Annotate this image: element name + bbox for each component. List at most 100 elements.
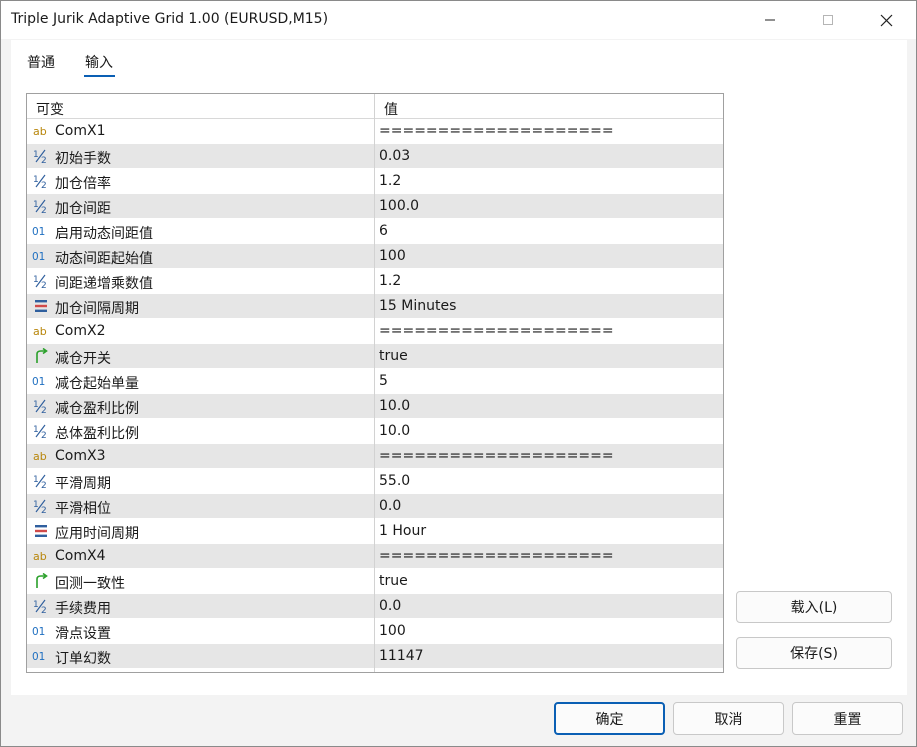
- svg-text:1: 1: [33, 275, 39, 285]
- table-row[interactable]: 加仓间隔周期 15 Minutes: [27, 294, 723, 319]
- cancel-button[interactable]: 取消: [673, 702, 784, 735]
- load-button[interactable]: 载入(L): [736, 591, 892, 623]
- column-header-variable[interactable]: 可变: [36, 99, 64, 119]
- parameter-value[interactable]: ====================: [379, 548, 614, 564]
- svg-text:01: 01: [32, 226, 45, 238]
- table-row[interactable]: 1 2 平滑相位 0.0: [27, 494, 723, 519]
- parameter-value[interactable]: 5: [379, 373, 388, 389]
- parameter-value[interactable]: ====================: [379, 448, 614, 464]
- minimize-icon: [765, 19, 775, 21]
- table-row[interactable]: 1 2 加仓间距 100.0: [27, 194, 723, 219]
- parameter-value[interactable]: 100.0: [379, 198, 419, 214]
- parameter-name: 滑点设置: [55, 626, 111, 642]
- parameter-name: ComX4: [55, 548, 106, 564]
- table-row[interactable]: 01 动态间距起始值 100: [27, 244, 723, 269]
- parameter-name: 总体盈利比例: [55, 426, 139, 442]
- parameter-value[interactable]: 1.2: [379, 173, 401, 189]
- enum-icon: [32, 522, 50, 540]
- table-row[interactable]: 1 2 减仓盈利比例 10.0: [27, 394, 723, 419]
- double-icon: 12: [32, 597, 50, 615]
- table-row[interactable]: 01 减仓起始单量 5: [27, 369, 723, 394]
- maximize-button: [799, 1, 857, 39]
- string-icon: ab: [32, 322, 50, 340]
- ok-button[interactable]: 确定: [554, 702, 665, 735]
- table-row[interactable]: ab ComX1 ====================: [27, 119, 723, 144]
- parameter-value[interactable]: 10.0: [379, 398, 410, 414]
- maximize-icon: [823, 15, 833, 25]
- svg-text:1: 1: [33, 400, 39, 410]
- table-row[interactable]: ab ComX3 ====================: [27, 444, 723, 469]
- svg-text:2: 2: [41, 481, 47, 489]
- tab-panel: 普通 输入 可变 值 ab ComX1 ==================== 1 2…: [11, 40, 907, 695]
- parameter-value[interactable]: 1.2: [379, 273, 401, 289]
- table-row[interactable]: 01 启用动态间距值 6: [27, 219, 723, 244]
- parameter-value[interactable]: 0.03: [379, 148, 410, 164]
- integer-icon: 01: [32, 372, 50, 390]
- parameter-value[interactable]: 1 Hour: [379, 523, 426, 539]
- svg-text:2: 2: [41, 406, 47, 414]
- svg-text:1: 1: [33, 200, 39, 210]
- active-tab-indicator: [84, 75, 115, 77]
- table-row[interactable]: 1 2 加仓倍率 1.2: [27, 169, 723, 194]
- parameter-value[interactable]: 0.0: [379, 598, 401, 614]
- parameter-name: 回测一致性: [55, 576, 125, 592]
- table-row[interactable]: 1 2 初始手数 0.03: [27, 144, 723, 169]
- svg-text:2: 2: [41, 181, 47, 189]
- svg-text:2: 2: [41, 506, 47, 514]
- bool-icon: [32, 572, 50, 590]
- parameter-value[interactable]: true: [379, 573, 408, 589]
- integer-icon: 01: [32, 247, 50, 265]
- parameter-name: ComX2: [55, 323, 106, 339]
- parameter-name: 减仓盈利比例: [55, 401, 139, 417]
- parameter-value[interactable]: 10.0: [379, 423, 410, 439]
- table-row[interactable]: 1 2 手续费用 0.0: [27, 594, 723, 619]
- parameter-name: 加仓间距: [55, 201, 111, 217]
- parameter-value[interactable]: 11147: [379, 648, 424, 664]
- parameter-name: 初始手数: [55, 151, 111, 167]
- svg-text:ab: ab: [33, 125, 47, 138]
- close-button[interactable]: [857, 1, 915, 39]
- tab-inputs[interactable]: 输入: [85, 52, 113, 72]
- column-header-value[interactable]: 值: [384, 99, 398, 119]
- svg-text:ab: ab: [33, 450, 47, 463]
- table-row[interactable]: ab ComX2 ====================: [27, 319, 723, 344]
- double-icon: 12: [32, 147, 50, 165]
- save-button[interactable]: 保存(S): [736, 637, 892, 669]
- table-row[interactable]: 减仓开关 true: [27, 344, 723, 369]
- svg-text:2: 2: [41, 281, 47, 289]
- column-divider[interactable]: [374, 94, 375, 672]
- svg-text:01: 01: [32, 251, 45, 263]
- parameter-value[interactable]: 55.0: [379, 473, 410, 489]
- svg-text:01: 01: [32, 626, 45, 638]
- table-row[interactable]: 应用时间周期 1 Hour: [27, 519, 723, 544]
- svg-text:1: 1: [33, 425, 39, 435]
- minimize-button[interactable]: [741, 1, 799, 39]
- integer-icon: 01: [32, 622, 50, 640]
- parameter-value[interactable]: true: [379, 348, 408, 364]
- parameter-value[interactable]: 6: [379, 223, 388, 239]
- table-row[interactable]: 1 2 总体盈利比例 10.0: [27, 419, 723, 444]
- parameter-value[interactable]: 100: [379, 248, 406, 264]
- table-row[interactable]: 回测一致性 true: [27, 569, 723, 594]
- parameter-name: 间距递增乘数值: [55, 276, 153, 292]
- title-bar: Triple Jurik Adaptive Grid 1.00 (EURUSD,…: [1, 1, 916, 39]
- table-row[interactable]: 01 滑点设置 100: [27, 619, 723, 644]
- parameter-value[interactable]: 0.0: [379, 498, 401, 514]
- tab-general[interactable]: 普通: [27, 52, 55, 72]
- parameter-name: ComX1: [55, 123, 106, 139]
- reset-button[interactable]: 重置: [792, 702, 903, 735]
- table-row[interactable]: 01 订单幻数 11147: [27, 644, 723, 669]
- svg-text:ab: ab: [33, 550, 47, 563]
- parameter-value[interactable]: ====================: [379, 323, 614, 339]
- svg-text:01: 01: [32, 651, 45, 663]
- table-row[interactable]: ab ComX4 ====================: [27, 544, 723, 569]
- parameter-value[interactable]: ====================: [379, 123, 614, 139]
- table-row[interactable]: 1 2 平滑周期 55.0: [27, 469, 723, 494]
- table-row[interactable]: 1 2 间距递增乘数值 1.2: [27, 269, 723, 294]
- parameter-value[interactable]: 100: [379, 623, 406, 639]
- svg-text:ab: ab: [33, 325, 47, 338]
- parameter-value[interactable]: 15 Minutes: [379, 298, 456, 314]
- svg-text:2: 2: [41, 606, 47, 614]
- double-icon: 12: [32, 172, 50, 190]
- string-icon: ab: [32, 447, 50, 465]
